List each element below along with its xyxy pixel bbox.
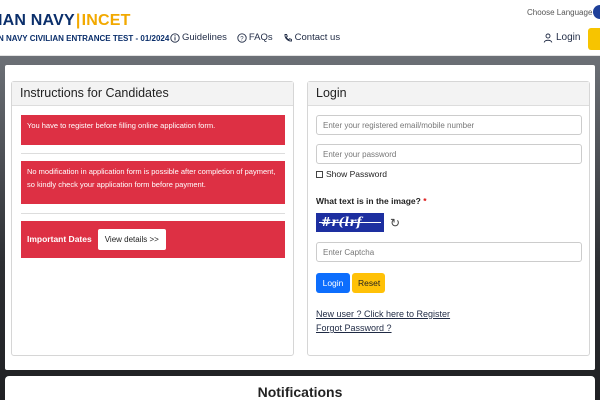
required-marker: * [423,196,427,206]
notice-register: You have to register before filling onli… [21,115,285,145]
nav-guidelines-label: Guidelines [182,32,227,43]
nav-faqs[interactable]: ? FAQs [237,32,273,43]
reset-button[interactable]: Reset [352,273,385,293]
register-link[interactable]: New user ? Click here to Register [316,309,450,319]
captcha-question-text: What text is in the image? [316,196,421,206]
login-panel: Login Enter your registered email/mobile… [307,81,590,356]
user-icon [543,33,553,43]
phone-icon [284,33,292,41]
captcha-strike-line [319,222,381,223]
header-login-link[interactable]: Login [543,32,580,43]
info-icon [170,32,180,43]
nav-contact[interactable]: Contact us [283,32,340,43]
forgot-password-link[interactable]: Forgot Password ? [316,323,392,333]
nav-contact-label: Contact us [294,32,341,43]
show-password-label: Show Password [326,169,387,179]
brand-text-incet: INCET [81,12,131,29]
show-password-toggle[interactable]: Show Password [316,169,387,179]
important-dates-label: Important Dates [27,234,92,244]
captcha-question: What text is in the image? * [316,196,427,206]
login-title: Login [308,82,589,106]
show-password-checkbox[interactable] [316,170,323,178]
captcha-image: #r(lrf [316,213,384,232]
login-button[interactable]: Login [316,273,350,293]
nav-faqs-label: FAQs [248,32,273,43]
site-header: IAN NAVY|INCET N NAVY CIVILIAN ENTRANCE … [0,0,600,56]
choose-language-label: Choose Language : [527,8,597,17]
captcha-field[interactable]: Enter Captcha [316,242,582,262]
brand-text-navy: IAN NAVY [0,12,75,29]
divider [21,213,285,214]
password-field[interactable]: Enter your password [316,144,582,164]
question-icon: ? [237,32,247,43]
instructions-title: Instructions for Candidates [12,82,293,106]
instructions-panel: Instructions for Candidates You have to … [11,81,294,356]
refresh-captcha-icon[interactable]: ↻ [390,216,400,230]
notice-important-dates: Important Dates View details >> [21,221,285,258]
brand-logo: IAN NAVY|INCET [0,12,131,30]
header-action-tab[interactable] [588,28,600,50]
nav-guidelines[interactable]: Guidelines [170,32,227,43]
language-selector[interactable] [593,5,600,19]
notifications-heading: Notifications [5,376,595,400]
header-login-label: Login [556,32,581,43]
site-subtitle: N NAVY CIVILIAN ENTRANCE TEST - 01/2024 [0,34,170,43]
brand-separator: | [75,12,81,29]
divider [21,153,285,154]
view-details-button[interactable]: View details >> [97,229,166,250]
notice-modification: No modification in application form is p… [21,161,285,204]
top-nav: Guidelines ? FAQs Contact us [170,32,340,43]
email-field[interactable]: Enter your registered email/mobile numbe… [316,115,582,135]
